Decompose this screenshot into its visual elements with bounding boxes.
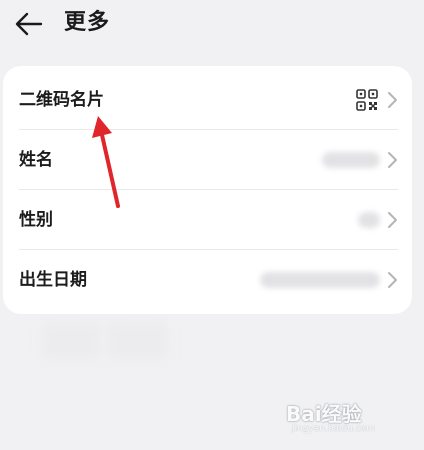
watermark: Bai经验 jingyan.baidu.com xyxy=(286,398,406,438)
blurred-value xyxy=(358,212,380,228)
qr-code-icon xyxy=(356,89,378,111)
background-blur-block xyxy=(42,322,100,360)
watermark-url: jingyan.baidu.com xyxy=(292,424,376,434)
row-label: 出生日期 xyxy=(19,270,87,290)
row-birthday[interactable]: 出生日期 xyxy=(3,250,412,310)
page-title: 更多 xyxy=(64,10,111,35)
row-label: 二维码名片 xyxy=(19,90,104,110)
chevron-right-icon xyxy=(388,212,397,228)
top-bar: 更多 xyxy=(0,0,424,48)
arrow-left-icon xyxy=(15,12,43,36)
background-blur-block xyxy=(108,322,168,360)
chevron-right-icon xyxy=(388,92,397,108)
blurred-value xyxy=(322,152,380,168)
row-qr-card[interactable]: 二维码名片 xyxy=(3,70,412,130)
back-button[interactable] xyxy=(12,8,46,40)
row-label: 姓名 xyxy=(19,150,53,170)
chevron-right-icon xyxy=(388,272,397,288)
blurred-value xyxy=(260,272,380,288)
chevron-right-icon xyxy=(388,152,397,168)
row-gender[interactable]: 性别 xyxy=(3,190,412,250)
watermark-logo-text: Bai经验 xyxy=(286,402,362,426)
row-name[interactable]: 姓名 xyxy=(3,130,412,190)
row-label: 性别 xyxy=(19,210,53,230)
profile-card: 二维码名片 姓名 性别 出生日期 xyxy=(3,66,412,314)
